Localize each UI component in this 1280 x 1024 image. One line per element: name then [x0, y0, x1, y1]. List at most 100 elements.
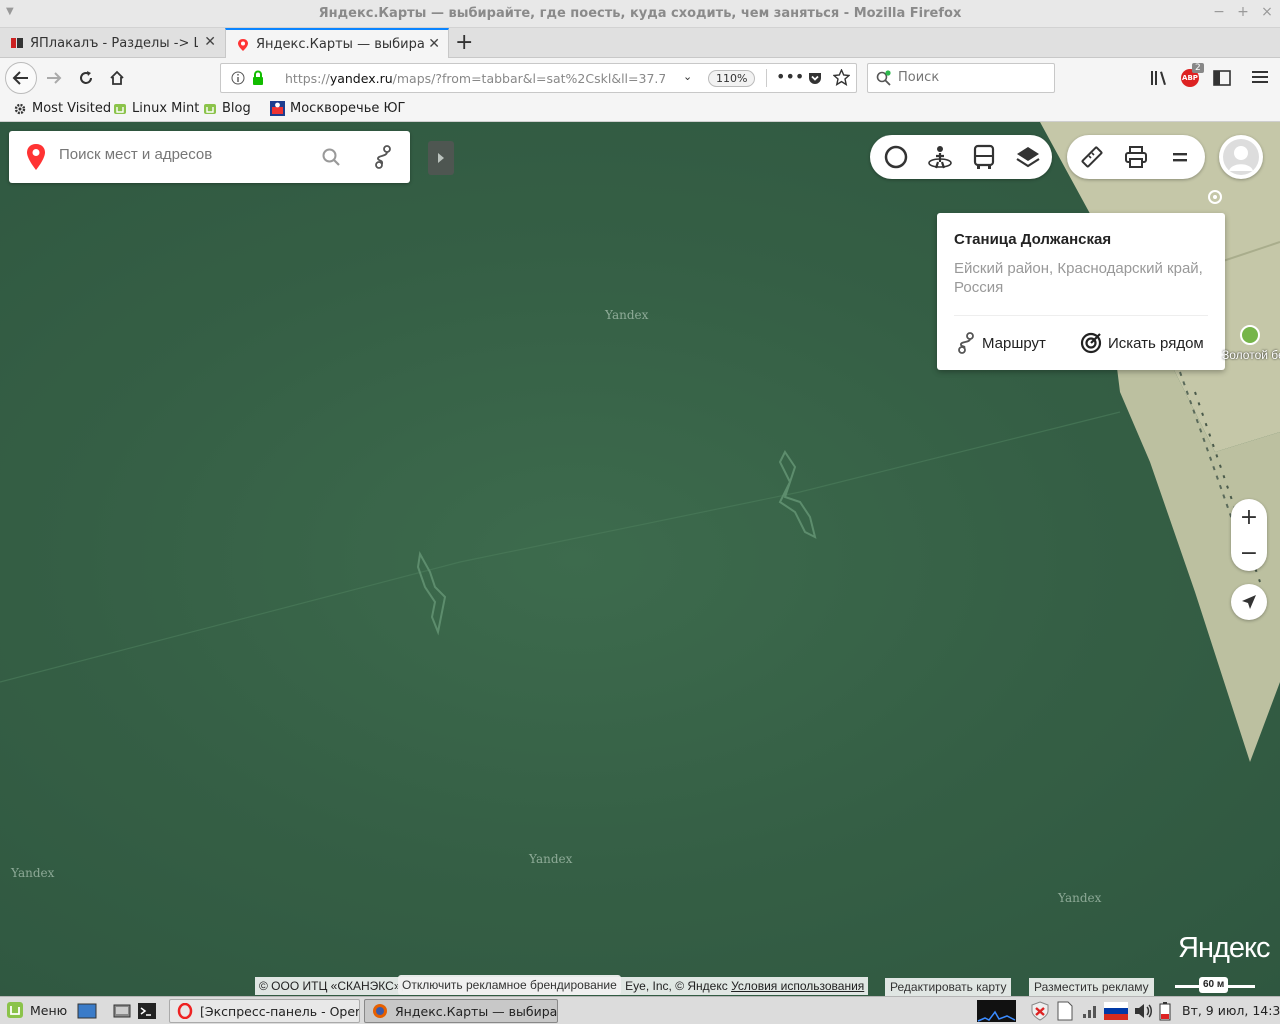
- home-icon: [110, 70, 124, 85]
- bookmark-most-visited[interactable]: Most Visited: [13, 101, 111, 116]
- target-icon: [1080, 332, 1102, 354]
- map-watermark: Yandex: [11, 866, 55, 880]
- edit-map-button[interactable]: Редактировать карту: [885, 978, 1012, 996]
- map-view[interactable]: Yandex Yandex Yandex Yandex Поиск мест и…: [0, 122, 1280, 996]
- url-text[interactable]: https://yandex.ru/maps/?from=tabbar&l=sa…: [285, 71, 665, 86]
- new-tab-icon[interactable]: +: [455, 30, 473, 55]
- search-bar[interactable]: [867, 63, 1055, 93]
- map-watermark: Yandex: [1058, 891, 1102, 905]
- bookmark-linux-mint[interactable]: Linux Mint: [113, 101, 199, 116]
- copyright-tail: Eye, Inc, © Яндекс: [625, 979, 728, 993]
- beach-poi-label[interactable]: Золотой берег: [1222, 348, 1280, 362]
- volume-icon[interactable]: [1133, 1002, 1153, 1020]
- map-search-box: [9, 131, 410, 183]
- print-button[interactable]: [1120, 141, 1152, 173]
- url-bar[interactable]: https://yandex.ru/maps/?from=tabbar&l=sa…: [220, 63, 857, 93]
- map-tools-controls: [1067, 135, 1205, 179]
- info-icon[interactable]: [231, 71, 245, 85]
- selected-point-marker[interactable]: [1208, 190, 1222, 204]
- beach-poi-icon[interactable]: [1240, 325, 1260, 345]
- ruler-button[interactable]: [1076, 141, 1108, 173]
- yaplakal-favicon-icon: [11, 38, 23, 48]
- bookmark-moskvorechye[interactable]: Москворечье ЮГ: [270, 101, 405, 116]
- show-desktop-icon[interactable]: [77, 1001, 97, 1021]
- place-subtitle: Ейский район, Краснодарский край, Россия: [954, 260, 1203, 296]
- back-button[interactable]: [5, 62, 37, 94]
- tab-label: ЯПлакалъ - Разделы -> Цитаты: [30, 35, 198, 51]
- nearby-label: Искать рядом: [1108, 334, 1204, 352]
- taskbar-window-opera[interactable]: [Экспресс-панель - Opera]: [169, 999, 360, 1023]
- zoom-level-badge[interactable]: 110%: [708, 70, 756, 87]
- gear-icon: [14, 103, 26, 114]
- bookmark-star-icon[interactable]: [833, 69, 850, 86]
- lock-icon[interactable]: [251, 70, 265, 86]
- route-icon: [958, 332, 974, 354]
- battery-icon[interactable]: [1157, 1001, 1177, 1021]
- triangle-right-icon: [438, 153, 444, 163]
- tab-yaplakal[interactable]: ЯПлакалъ - Разделы -> Цитаты ✕: [0, 28, 224, 58]
- tab-yandex-maps[interactable]: Яндекс.Карты — выбирайте, где поесть ✕: [225, 28, 449, 59]
- disable-branding-tooltip[interactable]: Отключить рекламное брендирование: [398, 975, 621, 995]
- start-menu-button[interactable]: Меню: [6, 1001, 67, 1019]
- traffic-button[interactable]: [880, 141, 912, 173]
- home-button[interactable]: [103, 64, 131, 92]
- tab-close-icon[interactable]: ✕: [428, 36, 440, 52]
- close-window-icon[interactable]: ×: [1258, 4, 1276, 20]
- route-button[interactable]: Маршрут: [956, 332, 1046, 354]
- file-manager-icon[interactable]: [112, 1001, 132, 1021]
- yandex-logo[interactable]: Яндекс: [1178, 932, 1271, 965]
- pocket-icon[interactable]: [807, 70, 823, 86]
- bookmark-blog[interactable]: Blog: [203, 101, 251, 116]
- search-input[interactable]: [898, 70, 1048, 85]
- reload-button[interactable]: [72, 64, 100, 92]
- place-title: Станица Должанская: [954, 231, 1112, 248]
- library-icon[interactable]: [1150, 70, 1168, 86]
- user-avatar[interactable]: [1219, 135, 1263, 179]
- terminal-icon[interactable]: [137, 1001, 157, 1021]
- forward-button[interactable]: [40, 64, 68, 92]
- window-title: Яндекс.Карты — выбирайте, где поесть, ку…: [318, 6, 962, 21]
- minimize-icon[interactable]: −: [1210, 4, 1228, 20]
- search-icon[interactable]: [322, 148, 340, 166]
- my-location-button[interactable]: [1231, 584, 1267, 620]
- page-actions-ellipsis-icon[interactable]: •••: [776, 67, 804, 86]
- url-path: /maps/?from=tabbar&l=sat%2Cskl&ll=37.763…: [392, 71, 665, 86]
- panorama-person-icon: [928, 146, 952, 169]
- scale-label: 60 м: [1199, 977, 1229, 993]
- keyboard-layout-flag-icon[interactable]: [1104, 1002, 1128, 1020]
- opera-icon: [177, 1003, 193, 1019]
- search-nearby-button[interactable]: Искать рядом: [1080, 332, 1204, 354]
- taskbar-window-label: Яндекс.Карты — выбира...: [395, 1003, 558, 1019]
- advertise-button[interactable]: Разместить рекламу: [1029, 978, 1154, 996]
- url-dropdown-chevron-down-icon[interactable]: ⌄: [683, 70, 692, 83]
- mint-icon: [114, 103, 126, 114]
- route-icon[interactable]: [373, 145, 393, 169]
- bookmarks-toolbar: Most Visited Linux Mint Blog Москворечье…: [0, 96, 1280, 122]
- system-monitor-icon[interactable]: [977, 1000, 1016, 1022]
- map-watermark: Yandex: [529, 852, 573, 866]
- tab-strip: ЯПлакалъ - Разделы -> Цитаты ✕ Яндекс.Ка…: [0, 28, 1280, 59]
- bookmark-label: Москворечье ЮГ: [290, 101, 406, 116]
- panorama-button[interactable]: [924, 141, 956, 173]
- layers-button[interactable]: [1012, 141, 1044, 173]
- terms-link[interactable]: Условия использования: [731, 979, 864, 993]
- reload-icon: [80, 71, 92, 84]
- transport-button[interactable]: [968, 141, 1000, 173]
- sidebar-expand-button[interactable]: [428, 141, 454, 175]
- adblock-count-badge: 2: [1192, 63, 1204, 73]
- menu-button[interactable]: [1164, 141, 1196, 173]
- url-separator: [766, 69, 767, 87]
- bookmark-label: Most Visited: [32, 101, 112, 116]
- document-icon[interactable]: [1056, 1001, 1074, 1021]
- zoom-out-button[interactable]: −: [1231, 535, 1267, 571]
- zoom-in-button[interactable]: +: [1231, 499, 1267, 535]
- clock[interactable]: Вт, 9 июл, 14:33: [1182, 1003, 1280, 1018]
- hamburger-menu-icon[interactable]: [1252, 70, 1268, 84]
- map-search-input[interactable]: [59, 146, 309, 163]
- sidebar-toggle-icon[interactable]: [1213, 70, 1231, 86]
- taskbar-window-firefox[interactable]: Яндекс.Карты — выбира...: [364, 999, 558, 1023]
- tab-close-icon[interactable]: ✕: [204, 34, 216, 50]
- shield-icon[interactable]: [1030, 1001, 1050, 1021]
- maximize-icon[interactable]: +: [1234, 4, 1252, 20]
- signal-icon[interactable]: [1082, 1003, 1100, 1019]
